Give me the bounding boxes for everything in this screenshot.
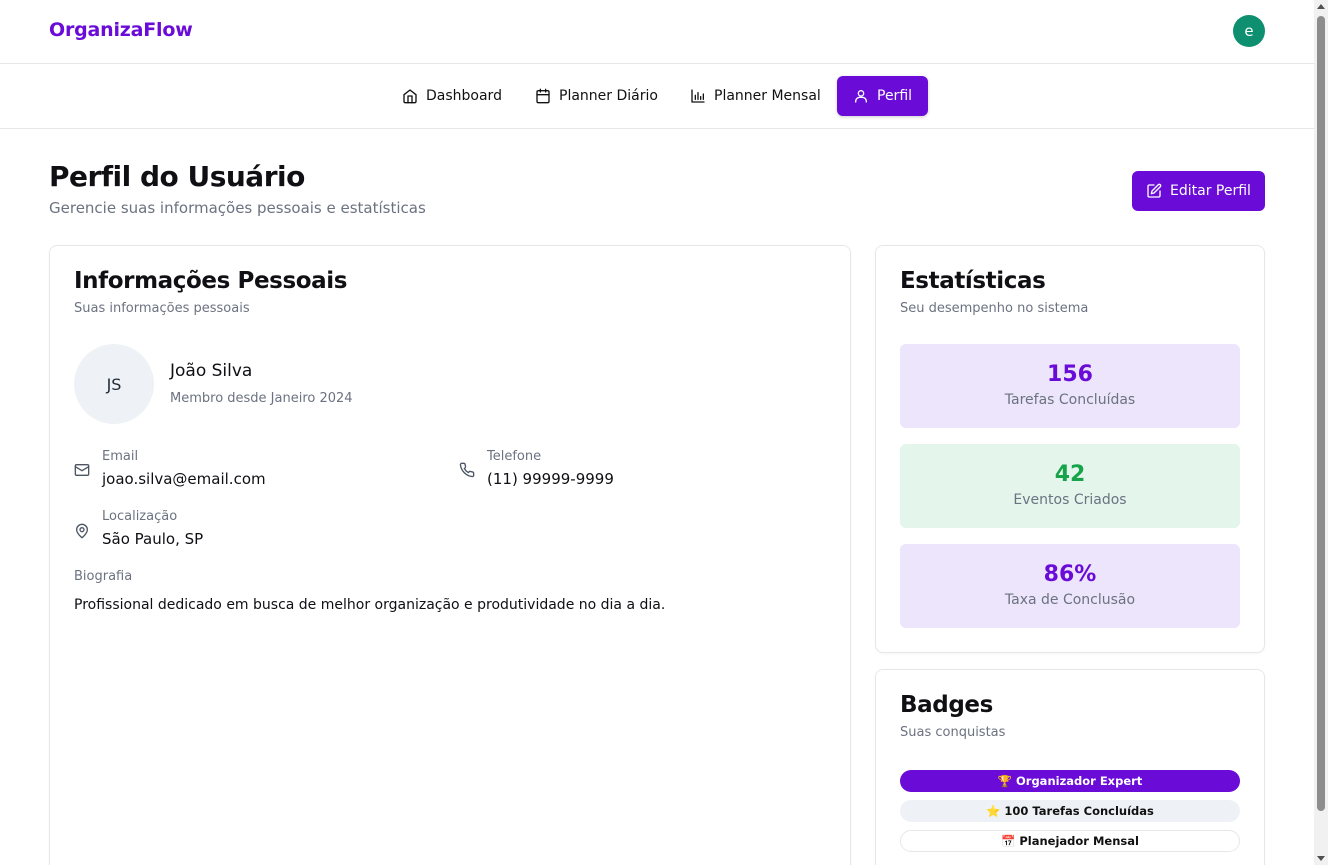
bio-text: Profissional dedicado em busca de melhor… bbox=[74, 597, 666, 613]
user-name: João Silva bbox=[170, 361, 253, 381]
stat-label: Taxa de Conclusão bbox=[1004, 592, 1136, 608]
nav-item-planner-diario[interactable]: Planner Diário bbox=[519, 76, 674, 116]
phone-icon bbox=[459, 462, 475, 478]
trophy-icon: 🏆 bbox=[997, 774, 1012, 788]
top-bar: OrganizaFlow e bbox=[0, 0, 1314, 64]
badge-organizador-expert: 🏆 Organizador Expert bbox=[900, 770, 1240, 792]
personal-info-title: Informações Pessoais bbox=[74, 268, 348, 294]
nav-item-perfil[interactable]: Perfil bbox=[837, 76, 929, 116]
location-pin-icon bbox=[76, 523, 88, 539]
stat-tasks-completed: 156 Tarefas Concluídas bbox=[900, 344, 1240, 428]
badges-subtitle: Suas conquistas bbox=[900, 725, 1006, 740]
scroll-down-arrow-icon[interactable] bbox=[1317, 856, 1325, 861]
badge-label: 100 Tarefas Concluídas bbox=[1004, 804, 1154, 818]
nav-item-planner-mensal[interactable]: Planner Mensal bbox=[674, 76, 837, 116]
statistics-title: Estatísticas bbox=[900, 268, 1046, 294]
nav-item-dashboard[interactable]: Dashboard bbox=[386, 76, 518, 116]
nav-item-label: Planner Diário bbox=[559, 88, 658, 104]
star-icon: ⭐ bbox=[986, 804, 1001, 818]
badges-title: Badges bbox=[900, 692, 993, 718]
nav-item-label: Planner Mensal bbox=[714, 88, 821, 104]
stat-label: Tarefas Concluídas bbox=[1004, 392, 1136, 408]
edit-icon bbox=[1147, 183, 1162, 198]
brand-logo[interactable]: OrganizaFlow bbox=[49, 19, 193, 41]
user-avatar[interactable]: e bbox=[1233, 15, 1265, 47]
statistics-card: Estatísticas Seu desempenho no sistema 1… bbox=[875, 245, 1265, 653]
nav-item-label: Dashboard bbox=[426, 88, 502, 104]
page-title: Perfil do Usuário bbox=[49, 160, 305, 193]
email-value: joao.silva@email.com bbox=[102, 470, 266, 488]
page-subtitle: Gerencie suas informações pessoais e est… bbox=[49, 199, 426, 217]
badge-label: Planejador Mensal bbox=[1019, 834, 1139, 848]
profile-avatar: JS bbox=[74, 344, 154, 424]
phone-value: (11) 99999-9999 bbox=[487, 470, 614, 488]
bio-label: Biografia bbox=[74, 569, 133, 584]
stat-value: 156 bbox=[1047, 362, 1093, 387]
stat-label: Eventos Criados bbox=[1013, 492, 1127, 508]
main-nav: Dashboard Planner Diário Planner Mensal … bbox=[0, 64, 1314, 129]
location-value: São Paulo, SP bbox=[102, 530, 204, 548]
calendar-emoji-icon: 📅 bbox=[1001, 834, 1016, 848]
scroll-thumb[interactable] bbox=[1317, 16, 1325, 811]
stat-events-created: 42 Eventos Criados bbox=[900, 444, 1240, 528]
member-since: Membro desde Janeiro 2024 bbox=[170, 391, 353, 406]
home-icon bbox=[403, 89, 417, 104]
badge-label: Organizador Expert bbox=[1016, 774, 1143, 788]
bar-chart-icon bbox=[691, 89, 705, 103]
phone-label: Telefone bbox=[487, 449, 542, 464]
statistics-subtitle: Seu desempenho no sistema bbox=[900, 301, 1089, 316]
badges-card: Badges Suas conquistas 🏆 Organizador Exp… bbox=[875, 669, 1265, 865]
stat-completion-rate: 86% Taxa de Conclusão bbox=[900, 544, 1240, 628]
stat-value: 86% bbox=[1043, 562, 1097, 587]
badge-100-tarefas: ⭐ 100 Tarefas Concluídas bbox=[900, 800, 1240, 822]
personal-info-subtitle: Suas informações pessoais bbox=[74, 301, 250, 316]
personal-info-card: Informações Pessoais Suas informações pe… bbox=[49, 245, 851, 865]
user-icon bbox=[855, 90, 867, 103]
calendar-icon bbox=[536, 88, 550, 104]
location-label: Localização bbox=[102, 509, 178, 524]
scroll-up-arrow-icon[interactable] bbox=[1317, 4, 1325, 9]
page-scrollbar[interactable] bbox=[1314, 0, 1328, 865]
edit-profile-button[interactable]: Editar Perfil bbox=[1132, 171, 1265, 211]
stat-value: 42 bbox=[1054, 462, 1086, 487]
mail-icon bbox=[74, 464, 90, 476]
email-label: Email bbox=[102, 449, 139, 464]
nav-item-label: Perfil bbox=[877, 88, 913, 104]
badge-planejador-mensal: 📅 Planejador Mensal bbox=[900, 830, 1240, 852]
edit-profile-label: Editar Perfil bbox=[1170, 183, 1251, 199]
